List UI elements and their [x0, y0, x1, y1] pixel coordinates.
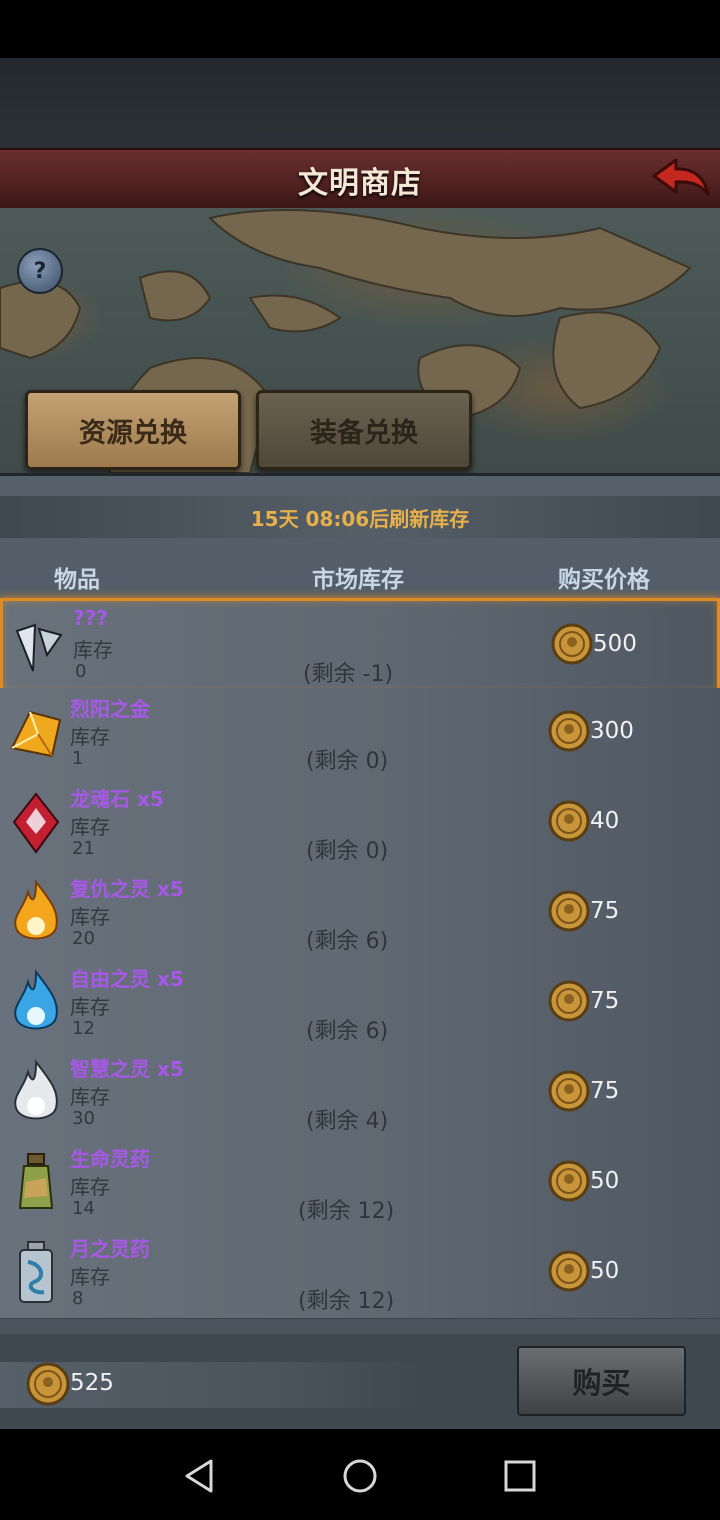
item-name: 智慧之灵 x5 — [70, 1057, 184, 1081]
shop-panel: 15天 08:06后刷新库存 物品 市场库存 购买价格 ??? 库存 0 (剩余 -1… — [0, 476, 720, 1334]
blue-flame-icon — [6, 968, 66, 1038]
remaining-stock: (剩余 6) — [306, 1019, 389, 1044]
item-row[interactable]: ??? 库存 0 (剩余 -1) 500 — [0, 598, 720, 694]
stock-label: 库存 — [70, 1085, 110, 1109]
coin-icon — [548, 1250, 590, 1292]
coin-icon — [548, 1070, 590, 1112]
white-flame-icon — [6, 1058, 66, 1128]
stock-count: 21 — [72, 838, 95, 859]
wallet-amount: 525 — [70, 1370, 114, 1396]
back-arrow-icon[interactable] — [648, 154, 712, 206]
stock-label: 库存 — [70, 995, 110, 1019]
refresh-timer: 15天 08:06后刷新库存 — [0, 496, 720, 538]
stock-count: 30 — [72, 1108, 95, 1129]
column-header-market-stock: 市场库存 — [312, 567, 404, 593]
remaining-stock: (剩余 12) — [298, 1289, 395, 1314]
item-row[interactable]: 复仇之灵 x5 库存 20 (剩余 6) 75 — [0, 868, 720, 959]
system-nav-bar — [0, 1429, 720, 1520]
item-price: 75 — [590, 898, 620, 924]
item-price: 75 — [590, 1078, 620, 1104]
item-name: 烈阳之金 — [70, 697, 150, 721]
remaining-stock: (剩余 4) — [306, 1109, 389, 1134]
stock-label: 库存 — [70, 725, 110, 749]
stock-count: 1 — [72, 748, 84, 769]
item-price: 40 — [590, 808, 620, 834]
item-name: 龙魂石 x5 — [70, 787, 164, 811]
stock-label: 库存 — [70, 905, 110, 929]
stock-label: 库存 — [70, 1265, 110, 1289]
footer-bar: 525 购买 — [0, 1334, 720, 1429]
item-row[interactable]: 智慧之灵 x5 库存 30 (剩余 4) 75 — [0, 1048, 720, 1139]
item-price: 50 — [590, 1258, 620, 1284]
item-price: 50 — [590, 1168, 620, 1194]
remaining-stock: (剩余 0) — [306, 839, 389, 864]
tab-resource-exchange[interactable]: 资源兑换 — [25, 390, 241, 470]
item-price: 75 — [590, 988, 620, 1014]
help-icon[interactable]: ? — [17, 248, 63, 294]
coin-icon — [548, 980, 590, 1022]
remaining-stock: (剩余 -1) — [303, 662, 394, 687]
orange-flame-icon — [6, 878, 66, 948]
blue-potion-icon — [6, 1238, 66, 1308]
stock-label: 库存 — [70, 1175, 110, 1199]
stock-count: 8 — [72, 1288, 84, 1309]
crystal-shards-icon — [9, 611, 69, 681]
back-triangle-icon[interactable] — [175, 1451, 225, 1501]
stock-label: 库存 — [73, 638, 113, 662]
item-price: 500 — [593, 631, 637, 657]
item-name: ??? — [73, 606, 108, 630]
item-row[interactable]: 生命灵药库存 14 (剩余 12) 50 — [0, 1138, 720, 1229]
top-background — [0, 58, 720, 148]
tab-equipment-exchange[interactable]: 装备兑换 — [256, 390, 472, 470]
stock-count: 0 — [75, 661, 87, 682]
coin-icon — [548, 1160, 590, 1202]
stock-count: 12 — [72, 1018, 95, 1039]
sun-gold-gem-icon — [6, 698, 66, 768]
column-header-item[interactable]: 物品 — [54, 560, 100, 594]
world-map-banner: ? 资源兑换 装备兑换 — [0, 208, 720, 476]
red-gem-icon — [6, 788, 66, 858]
coin-icon — [26, 1362, 70, 1406]
title-bar: 文明商店 — [0, 148, 720, 213]
remaining-stock: (剩余 12) — [298, 1199, 395, 1224]
buy-button[interactable]: 购买 — [517, 1346, 686, 1416]
page-title: 文明商店 — [298, 166, 422, 201]
remaining-stock: (剩余 0) — [306, 749, 389, 774]
stock-count: 14 — [72, 1198, 95, 1219]
recent-apps-square-icon[interactable] — [495, 1451, 545, 1501]
item-row[interactable]: 烈阳之金库存 1 (剩余 0) 300 — [0, 688, 720, 779]
status-bar — [0, 0, 720, 58]
green-potion-icon — [6, 1148, 66, 1218]
item-price: 300 — [590, 718, 634, 744]
coin-icon — [548, 800, 590, 842]
stock-count: 20 — [72, 928, 95, 949]
item-name: 生命灵药 — [70, 1147, 150, 1171]
item-row[interactable]: 月之灵药库存 8 (剩余 12) 50 — [0, 1228, 720, 1319]
home-circle-icon[interactable] — [335, 1451, 385, 1501]
item-row[interactable]: 自由之灵 x5 库存 12 (剩余 6) 75 — [0, 958, 720, 1049]
item-name: 月之灵药 — [70, 1237, 150, 1261]
coin-icon — [548, 890, 590, 932]
coin-icon — [551, 623, 593, 665]
remaining-stock: (剩余 6) — [306, 929, 389, 954]
item-row[interactable]: 龙魂石 x5 库存 21 (剩余 0) 40 — [0, 778, 720, 869]
item-name: 自由之灵 x5 — [70, 967, 184, 991]
coin-icon — [548, 710, 590, 752]
column-header-price: 购买价格 — [558, 567, 650, 593]
stock-label: 库存 — [70, 815, 110, 839]
item-name: 复仇之灵 x5 — [70, 877, 184, 901]
